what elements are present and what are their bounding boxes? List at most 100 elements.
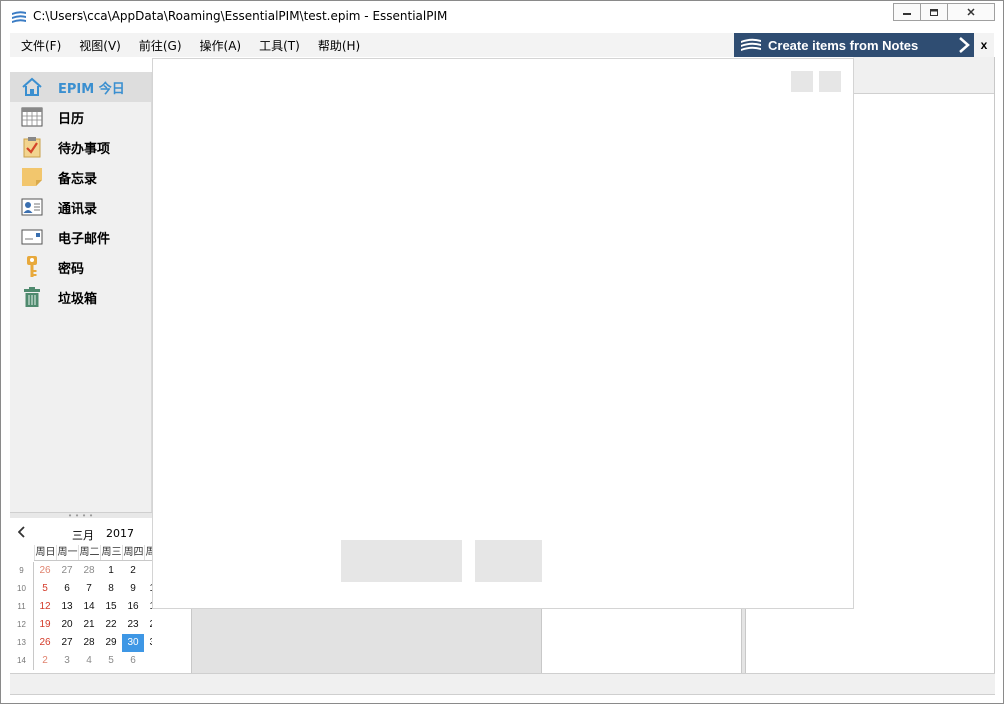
close-window-button[interactable] [947,3,995,21]
sidebar-item-epim-today[interactable]: EPIM 今日 [10,72,151,102]
calendar-day[interactable]: 15 [100,598,122,616]
calendar-month[interactable]: 三月 [72,527,94,543]
sidebar-item-trash[interactable]: 垃圾箱 [10,282,151,312]
sidebar-item-calendar[interactable]: 日历 [10,102,151,132]
right-border [994,57,995,673]
calendar-week-row: 19 20 21 22 23 24 25 [34,616,152,634]
calendar-week-row: 26 27 28 29 30 31 1 [34,634,152,652]
dialog-close-button[interactable] [819,71,841,92]
promo-text: Create items from Notes [768,37,919,53]
menu-view[interactable]: 视图(V) [68,37,128,54]
calendar-day[interactable]: 8 [100,580,122,598]
menu-file[interactable]: 文件(F) [10,37,68,54]
calendar-weekday-row: 周日 周一 周二 周三 周四 周五 周六 [34,545,152,561]
weekday-label: 周一 [56,545,78,560]
calendar-header: 三月 2017 [10,524,152,544]
calendar-day[interactable]: 6 [56,580,78,598]
calendar-day[interactable]: 26 [34,634,56,652]
calendar-day[interactable]: 20 [56,616,78,634]
calendar-day[interactable]: 6 [122,652,144,670]
week-number: 10 [17,584,26,593]
sidebar-item-label: 密码 [58,261,85,277]
weekday-label: 周三 [100,545,122,560]
week-number: 14 [17,656,26,665]
promo-banner[interactable]: Create items from Notes [734,33,974,57]
calendar-day[interactable]: 12 [34,598,56,616]
calendar-day[interactable]: 27 [56,562,78,580]
calendar-day[interactable]: 28 [78,634,100,652]
calendar-day[interactable]: 3 [144,562,152,580]
sidebar-item-notes[interactable]: 备忘录 [10,162,151,192]
app-window: C:\Users\cca\AppData\Roaming\EssentialPI… [0,0,1004,704]
chevron-left-icon[interactable] [17,526,26,541]
calendar-day[interactable]: 19 [34,616,56,634]
weekday-label: 周五 [144,545,152,560]
calendar-week-numbers: 9 10 11 12 13 14 [10,562,34,670]
calendar-day[interactable]: 7 [144,652,152,670]
calendar-day[interactable]: 1 [100,562,122,580]
calendar-week-row: 5 6 7 8 9 10 11 [34,580,152,598]
calendar-day[interactable]: 16 [122,598,144,616]
calendar-week-row: 2 3 4 5 6 7 8 [34,652,152,670]
minimize-button[interactable] [893,3,921,21]
calendar-day[interactable]: 5 [34,580,56,598]
calendar-day[interactable]: 27 [56,634,78,652]
sidebar-item-contacts[interactable]: 通讯录 [10,192,151,222]
contact-card-icon [20,196,44,218]
modal-dialog [152,58,854,609]
calendar-day[interactable]: 21 [78,616,100,634]
calendar-day[interactable]: 7 [78,580,100,598]
sticky-note-icon [20,166,44,188]
maximize-button[interactable] [920,3,948,21]
calendar-day[interactable]: 26 [34,562,56,580]
calendar-day[interactable]: 9 [122,580,144,598]
menu-actions[interactable]: 操作(A) [189,37,249,54]
sidebar-item-label: 通讯录 [58,201,98,217]
calendar-day[interactable]: 13 [56,598,78,616]
calendar-day[interactable]: 14 [78,598,100,616]
menu-help[interactable]: 帮助(H) [307,37,367,54]
week-number: 12 [17,620,26,629]
essentialpim-logo-icon [11,10,27,24]
dialog-primary-button[interactable] [341,540,462,582]
calendar-day[interactable]: 24 [144,616,152,634]
sidebar-item-label: EPIM 今日 [58,81,125,97]
calendar-day[interactable]: 31 [144,634,152,652]
calendar-day[interactable]: 3 [56,652,78,670]
calendar-day[interactable]: 2 [122,562,144,580]
week-number: 11 [17,602,26,611]
calendar-day[interactable]: 23 [122,616,144,634]
menu-go[interactable]: 前往(G) [128,37,189,54]
calendar-year[interactable]: 2017 [106,527,134,540]
calendar-day[interactable]: 17 [144,598,152,616]
pane-divider [541,608,542,673]
center-pane-bottom [191,608,541,673]
calendar-week-row: 26 27 28 1 2 3 4 [34,562,152,580]
calendar-day[interactable]: 29 [100,634,122,652]
home-icon [20,76,44,98]
dialog-secondary-button[interactable] [475,540,542,582]
minimize-icon [903,13,911,15]
menu-tools[interactable]: 工具(T) [248,37,307,54]
calendar-day[interactable]: 10 [144,580,152,598]
sidebar-item-label: 待办事项 [58,141,111,157]
calendar-day-today[interactable]: 30 [122,634,144,652]
calendar-week-row: 12 13 14 15 16 17 18 [34,598,152,616]
calendar-day[interactable]: 5 [100,652,122,670]
sidebar-item-passwords[interactable]: 密码 [10,252,151,282]
sidebar-item-label: 日历 [58,111,85,127]
sidebar-item-email[interactable]: 电子邮件 [10,222,151,252]
sidebar-item-todo[interactable]: 待办事项 [10,132,151,162]
menu-bar: 文件(F) 视图(V) 前往(G) 操作(A) 工具(T) 帮助(H) [10,33,734,57]
promo-close-button[interactable]: x [974,33,994,57]
calendar-day[interactable]: 2 [34,652,56,670]
calendar-day[interactable]: 4 [78,652,100,670]
sidebar-item-label: 电子邮件 [58,231,111,247]
calendar-day[interactable]: 22 [100,616,122,634]
dialog-minimize-button[interactable] [791,71,813,92]
calendar-day[interactable]: 28 [78,562,100,580]
chevron-right-icon[interactable] [958,37,970,56]
navigation-sidebar: EPIM 今日 日历 待办事项 备忘录 通讯录 电子邮件 密码 垃圾箱 [10,72,152,512]
stack-logo-icon [740,37,762,53]
weekday-label: 周四 [122,545,144,560]
